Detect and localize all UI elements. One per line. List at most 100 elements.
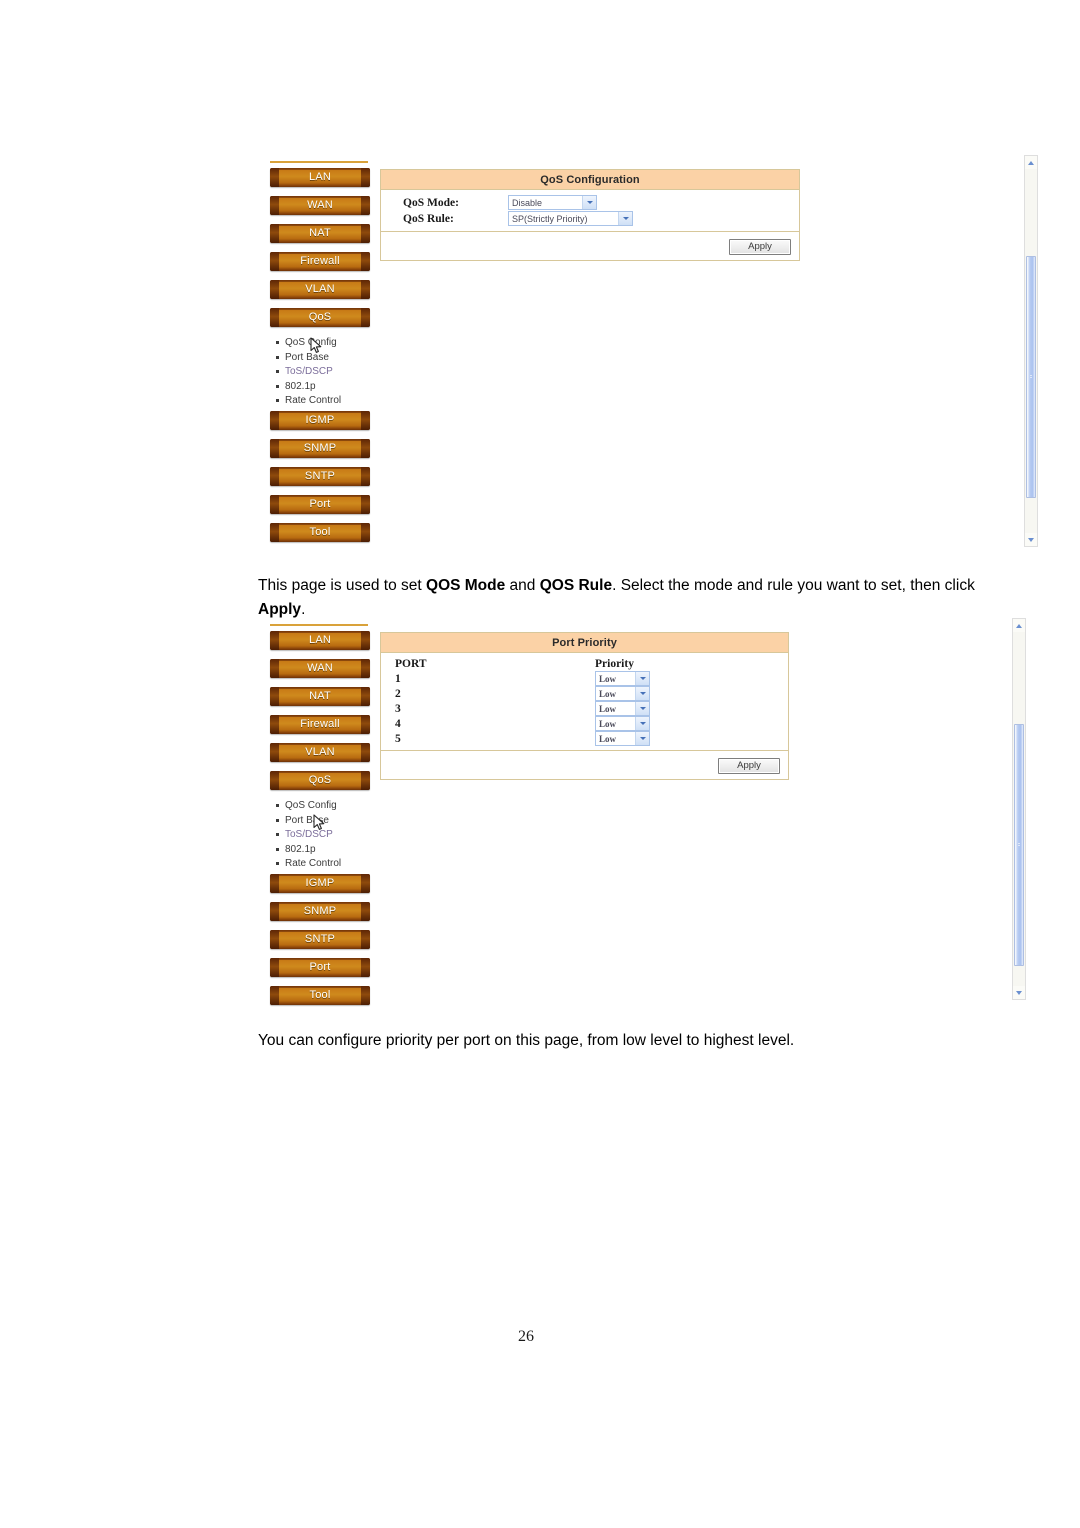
submenu-item-qos-config[interactable]: QoS Config: [276, 799, 380, 814]
field-row-qos-mode: QoS Mode: Disable: [381, 195, 799, 211]
submenu-item-qos-config[interactable]: QoS Config: [276, 336, 380, 351]
sidebar-item-port[interactable]: Port: [270, 494, 370, 514]
priority-select-port-2[interactable]: Low: [595, 686, 650, 701]
table-row: 5 Low: [395, 731, 650, 746]
chevron-down-icon[interactable]: [582, 196, 596, 209]
vertical-scrollbar[interactable]: [1024, 155, 1038, 547]
sidebar-item-vlan[interactable]: VLAN: [270, 743, 370, 762]
priority-value: Low: [599, 673, 617, 684]
sidebar-item-label: NAT: [309, 227, 331, 239]
priority-cell: Low: [595, 701, 650, 716]
priority-cell: Low: [595, 716, 650, 731]
sidebar-item-igmp[interactable]: IGMP: [270, 410, 370, 430]
qos-submenu: QoS Config Port Base ToS/DSCP 802.1p Rat…: [262, 799, 380, 872]
apply-button[interactable]: Apply: [729, 239, 791, 255]
sidebar-item-label: Port: [309, 960, 331, 973]
submenu-item-label: 802.1p: [285, 380, 316, 392]
sidebar-item-qos[interactable]: QoS: [270, 308, 370, 327]
sidebar-item-port[interactable]: Port: [270, 957, 370, 977]
submenu-item-rate-control[interactable]: Rate Control: [276, 857, 380, 872]
port-number: 3: [395, 702, 401, 715]
table-header-row: PORT Priority: [395, 658, 650, 671]
sidebar-item-firewall[interactable]: Firewall: [270, 715, 370, 734]
scroll-down-arrow-icon[interactable]: [1025, 533, 1037, 546]
scroll-down-arrow-icon[interactable]: [1013, 986, 1025, 999]
submenu-item-tos-dscp[interactable]: ToS/DSCP: [276, 828, 380, 843]
scrollbar-thumb[interactable]: [1026, 256, 1036, 498]
sidebar-item-tool[interactable]: Tool: [270, 522, 370, 542]
screenshot-qos-config: LAN WAN NAT Firewall VLAN QoS QoS Config: [262, 155, 1038, 555]
sidebar-item-label: SNMP: [303, 441, 337, 454]
vertical-scrollbar[interactable]: [1012, 618, 1026, 1000]
priority-select-port-4[interactable]: Low: [595, 716, 650, 731]
scrollbar-grip-icon: [1030, 375, 1032, 379]
sidebar-item-label: IGMP: [305, 876, 335, 889]
sidebar-item-tool[interactable]: Tool: [270, 985, 370, 1005]
port-priority-description: You can configure priority per port on t…: [258, 1029, 988, 1053]
apply-button[interactable]: Apply: [718, 758, 780, 774]
sidebar-item-qos[interactable]: QoS: [270, 771, 370, 790]
qos-mode-select[interactable]: Disable: [508, 195, 597, 210]
sidebar-item-firewall[interactable]: Firewall: [270, 252, 370, 271]
sidebar-item-label: Port: [309, 497, 331, 510]
table-row: 3 Low: [395, 701, 650, 716]
column-header-port: PORT: [395, 658, 427, 670]
router-content-pane-qos-config: QoS Configuration QoS Mode: Disable QoS …: [380, 155, 1038, 547]
panel-title: QoS Configuration: [381, 170, 799, 190]
submenu-item-802-1p[interactable]: 802.1p: [276, 380, 380, 395]
panel-body: PORT Priority 1 Low 2 Low 3 Low 4 Low 5 …: [381, 653, 788, 751]
priority-select-port-1[interactable]: Low: [595, 671, 650, 686]
panel-title: Port Priority: [381, 633, 788, 653]
submenu-item-label: 802.1p: [285, 843, 316, 855]
submenu-item-rate-control[interactable]: Rate Control: [276, 394, 380, 409]
submenu-item-port-base[interactable]: Port Base: [276, 814, 380, 829]
panel-footer: Apply: [381, 232, 799, 260]
para-text-3: . Select the mode and rule you want to s…: [612, 576, 975, 594]
port-priority-table: PORT Priority 1 Low 2 Low 3 Low 4 Low 5 …: [395, 658, 650, 746]
priority-value: Low: [599, 703, 617, 714]
chevron-down-icon[interactable]: [635, 672, 649, 685]
screenshot-port-priority: LAN WAN NAT Firewall VLAN QoS QoS Config: [262, 618, 1026, 1005]
sidebar-item-lan[interactable]: LAN: [270, 168, 370, 187]
sidebar-item-snmp[interactable]: SNMP: [270, 438, 370, 458]
submenu-item-tos-dscp[interactable]: ToS/DSCP: [276, 365, 380, 380]
sidebar-item-nat[interactable]: NAT: [270, 687, 370, 706]
scroll-up-arrow-icon[interactable]: [1025, 156, 1037, 169]
sidebar-item-igmp[interactable]: IGMP: [270, 873, 370, 893]
port-number: 2: [395, 687, 401, 700]
para-text-4: .: [301, 600, 306, 618]
sidebar-item-wan[interactable]: WAN: [270, 659, 370, 678]
scrollbar-thumb[interactable]: [1014, 724, 1024, 966]
submenu-item-label: Rate Control: [285, 858, 342, 870]
field-row-qos-rule: QoS Rule: SP(Strictly Priority): [381, 211, 799, 227]
scroll-up-arrow-icon[interactable]: [1013, 619, 1025, 632]
sidebar-divider: [270, 624, 368, 626]
sidebar-item-wan[interactable]: WAN: [270, 196, 370, 215]
priority-select-port-5[interactable]: Low: [595, 731, 650, 746]
sidebar-item-label: Tool: [309, 525, 331, 538]
sidebar-item-lan[interactable]: LAN: [270, 631, 370, 650]
chevron-down-icon[interactable]: [635, 717, 649, 730]
qos-rule-select[interactable]: SP(Strictly Priority): [508, 211, 633, 226]
priority-select-port-3[interactable]: Low: [595, 701, 650, 716]
port-priority-panel: Port Priority PORT Priority 1 Low 2 Low …: [380, 632, 789, 780]
table-row: 2 Low: [395, 686, 650, 701]
submenu-item-label: Port Base: [285, 814, 329, 826]
port-number: 1: [395, 672, 401, 685]
sidebar-item-sntp[interactable]: SNTP: [270, 466, 370, 486]
sidebar-item-snmp[interactable]: SNMP: [270, 901, 370, 921]
chevron-down-icon[interactable]: [635, 702, 649, 715]
router-sidebar-port-priority: LAN WAN NAT Firewall VLAN QoS QoS Config: [262, 618, 380, 1014]
priority-value: Low: [599, 718, 617, 729]
priority-cell: Low: [595, 731, 650, 746]
qos-config-description: This page is used to set QOS Mode and QO…: [258, 574, 988, 622]
chevron-down-icon[interactable]: [635, 732, 649, 745]
sidebar-item-vlan[interactable]: VLAN: [270, 280, 370, 299]
sidebar-item-nat[interactable]: NAT: [270, 224, 370, 243]
submenu-item-port-base[interactable]: Port Base: [276, 351, 380, 366]
chevron-down-icon[interactable]: [635, 687, 649, 700]
sidebar-item-sntp[interactable]: SNTP: [270, 929, 370, 949]
submenu-item-802-1p[interactable]: 802.1p: [276, 843, 380, 858]
sidebar-item-label: Tool: [309, 988, 331, 1001]
chevron-down-icon[interactable]: [618, 212, 632, 225]
